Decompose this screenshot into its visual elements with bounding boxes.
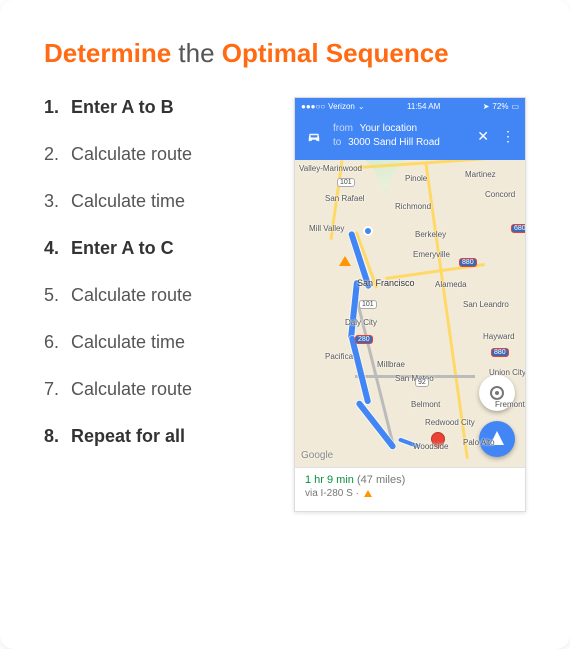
carrier-label: Verizon (328, 102, 355, 111)
step-text: Enter A to C (66, 238, 174, 259)
highway-shield: 92 (415, 378, 429, 387)
highway-shield: 680 (511, 224, 525, 233)
step-item: 5. Calculate route (44, 285, 276, 306)
step-item: 1. Enter A to B (44, 97, 276, 118)
step-text: Calculate time (66, 191, 185, 212)
city-label: Pacifica (325, 352, 353, 361)
step-text: Enter A to B (66, 97, 174, 118)
content-row: 1. Enter A to B 2. Calculate route 3. Calc… (44, 97, 526, 512)
steps-list: 1. Enter A to B 2. Calculate route 3. Calc… (44, 97, 276, 512)
step-text: Repeat for all (66, 426, 185, 447)
step-number: 1. (44, 97, 66, 118)
city-label: Concord (485, 190, 515, 199)
highway-shield: 880 (491, 348, 509, 357)
city-label: Emeryville (413, 250, 450, 259)
to-label: to (333, 137, 341, 148)
ios-status-bar: ●●●○○ Verizon ⌄ 11:54 AM ➤ 72% ▭ (295, 98, 525, 114)
step-item: 8. Repeat for all (44, 426, 276, 447)
city-label: Berkeley (415, 230, 446, 239)
step-number: 7. (44, 379, 66, 400)
title-word-mid: the (178, 38, 214, 68)
city-label: Millbrae (377, 360, 405, 369)
city-label: Richmond (395, 202, 431, 211)
route-distance: (47 miles) (357, 474, 405, 486)
maps-directions-header[interactable]: from Your location to 3000 Sand Hill Roa… (295, 114, 525, 160)
wifi-icon: ⌄ (358, 102, 365, 111)
city-label: Redwood City (425, 418, 475, 427)
step-text: Calculate route (66, 379, 192, 400)
city-label: Martinez (465, 170, 496, 179)
step-number: 4. (44, 238, 66, 259)
city-label: Union City (489, 368, 525, 377)
step-number: 8. (44, 426, 66, 447)
city-label: Fremont (495, 400, 525, 409)
phone-screenshot: ●●●○○ Verizon ⌄ 11:54 AM ➤ 72% ▭ (294, 97, 526, 512)
step-item: 2. Calculate route (44, 144, 276, 165)
google-logo: Google (301, 450, 333, 461)
battery-percent: 72% (492, 102, 508, 111)
slide-title: Determine the Optimal Sequence (44, 38, 526, 69)
city-label: San Rafael (325, 194, 365, 203)
route-summary[interactable]: from Your location to 3000 Sand Hill Roa… (333, 122, 467, 150)
step-number: 5. (44, 285, 66, 306)
step-text: Calculate route (66, 144, 192, 165)
step-text: Calculate time (66, 332, 185, 353)
city-label: Pinole (405, 174, 427, 183)
city-label: Woodside (413, 442, 448, 451)
step-item: 4. Enter A to C (44, 238, 276, 259)
route-info-bar[interactable]: 1 hr 9 min (47 miles) via I-280 S · (295, 467, 525, 511)
highway-shield: 101 (359, 300, 377, 309)
highway-shield: 880 (459, 258, 477, 267)
city-label: Palo Alto (463, 438, 495, 447)
status-time: 11:54 AM (407, 102, 440, 111)
city-label: Valley-Marinwood (299, 164, 362, 173)
map-canvas[interactable]: Google Valley-Marinwood Pinole Martinez Con… (295, 160, 525, 467)
step-number: 3. (44, 191, 66, 212)
step-item: 3. Calculate time (44, 191, 276, 212)
city-label: San Leandro (463, 300, 509, 309)
city-label: San Francisco (357, 278, 415, 288)
highway-shield: 280 (355, 335, 373, 344)
traffic-warning-icon (339, 256, 351, 266)
highway-shield: 101 (337, 178, 355, 187)
step-number: 6. (44, 332, 66, 353)
close-icon[interactable]: ✕ (477, 128, 489, 145)
from-label: from (333, 123, 353, 134)
slide-card: Determine the Optimal Sequence 1. Enter … (0, 0, 570, 649)
city-label: Mill Valley (309, 224, 344, 233)
traffic-warning-small-icon (364, 490, 372, 497)
city-label: Alameda (435, 280, 467, 289)
origin-marker (363, 226, 373, 236)
route-via: via I-280 S · (305, 488, 359, 499)
signal-dots: ●●●○○ (301, 102, 325, 111)
to-value: 3000 Sand Hill Road (348, 137, 440, 148)
title-word-1: Determine (44, 38, 171, 68)
battery-icon: ▭ (511, 102, 519, 111)
car-icon (305, 129, 323, 143)
from-value: Your location (360, 123, 417, 134)
title-word-2: Optimal Sequence (222, 38, 449, 68)
step-text: Calculate route (66, 285, 192, 306)
step-number: 2. (44, 144, 66, 165)
location-arrow-icon: ➤ (483, 102, 490, 111)
city-label: Hayward (483, 332, 515, 341)
step-item: 6. Calculate time (44, 332, 276, 353)
city-label: Daly City (345, 318, 377, 327)
city-label: Belmont (411, 400, 440, 409)
locate-icon (490, 386, 504, 400)
route-duration: 1 hr 9 min (305, 474, 354, 486)
step-item: 7. Calculate route (44, 379, 276, 400)
more-icon[interactable]: ⋮ (501, 128, 515, 145)
